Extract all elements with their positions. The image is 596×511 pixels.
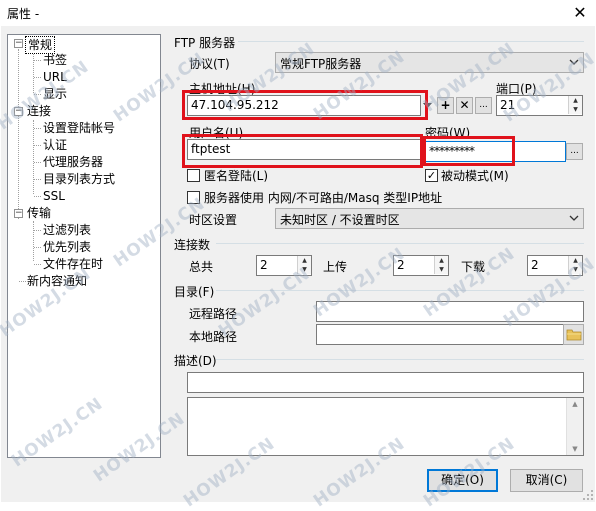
collapse-transfer-icon[interactable]: − bbox=[14, 209, 23, 218]
download-up-icon[interactable]: ▲ bbox=[568, 256, 582, 265]
chevron-down-icon bbox=[569, 59, 579, 65]
upload-up-icon[interactable]: ▲ bbox=[434, 256, 448, 265]
total-label: 总共 bbox=[189, 260, 214, 274]
tree-item-bookmarks[interactable]: 书签 bbox=[41, 52, 69, 68]
total-down-icon[interactable]: ▼ bbox=[297, 265, 311, 274]
username-input[interactable]: ftptest bbox=[187, 139, 421, 160]
group-divider bbox=[238, 41, 584, 42]
download-connections-input[interactable]: 2 ▲ ▼ bbox=[527, 255, 583, 276]
timezone-select[interactable]: 未知时区 / 不设置时区 bbox=[275, 208, 584, 229]
tree-item-filter-list[interactable]: 过滤列表 bbox=[41, 222, 93, 238]
title-bar: 属性 - ✕ bbox=[0, 0, 596, 26]
anonymous-checkbox[interactable] bbox=[187, 169, 200, 182]
window-title: 属性 - bbox=[7, 7, 40, 21]
tree-item-auth[interactable]: 认证 bbox=[41, 137, 69, 153]
tree-item-display[interactable]: 显示 bbox=[41, 86, 69, 102]
tree-item-priority-list[interactable]: 优先列表 bbox=[41, 239, 93, 255]
password-label: 密码(W) bbox=[425, 126, 471, 140]
password-value: ********* bbox=[429, 144, 475, 158]
local-path-label: 本地路径 bbox=[189, 330, 238, 344]
remote-path-input[interactable] bbox=[316, 301, 584, 322]
tree-item-login-account[interactable]: 设置登陆帐号 bbox=[41, 120, 117, 136]
password-input[interactable]: ********* bbox=[425, 141, 566, 162]
host-dropdown-icon[interactable] bbox=[423, 101, 432, 110]
tree-item-url[interactable]: URL bbox=[41, 69, 69, 85]
group-divider bbox=[216, 243, 584, 244]
port-down-icon[interactable]: ▼ bbox=[568, 105, 582, 114]
upload-down-icon[interactable]: ▼ bbox=[434, 265, 448, 274]
upload-connections-input[interactable]: 2 ▲ ▼ bbox=[393, 255, 449, 276]
download-down-icon[interactable]: ▼ bbox=[568, 265, 582, 274]
tree-item-proxy[interactable]: 代理服务器 bbox=[41, 154, 105, 170]
description-scrollbar[interactable]: ▲ ▼ bbox=[566, 398, 583, 455]
host-more-button[interactable]: ... bbox=[475, 97, 492, 114]
folder-icon bbox=[566, 329, 582, 341]
scroll-down-icon[interactable]: ▼ bbox=[567, 443, 583, 455]
tree-item-ssl[interactable]: SSL bbox=[41, 188, 67, 204]
passive-mode-checkbox[interactable]: ✓ bbox=[425, 169, 438, 182]
host-input[interactable]: 47.104.95.212 bbox=[187, 95, 421, 116]
host-value: 47.104.95.212 bbox=[191, 98, 279, 112]
port-value: 21 bbox=[500, 98, 516, 112]
close-button[interactable]: ✕ bbox=[566, 1, 594, 25]
tree-item-dir-listing[interactable]: 目录列表方式 bbox=[41, 171, 117, 187]
browse-folder-button[interactable] bbox=[563, 324, 584, 345]
description-textarea[interactable]: ▲ ▼ bbox=[187, 397, 584, 456]
ok-button[interactable]: 确定(O) bbox=[427, 469, 498, 492]
local-path-input[interactable] bbox=[316, 324, 564, 345]
anonymous-label: 匿名登陆(L) bbox=[204, 169, 269, 183]
scroll-up-icon[interactable]: ▲ bbox=[567, 398, 583, 410]
masq-ip-checkbox[interactable] bbox=[187, 191, 200, 204]
tree-item-transfer[interactable]: 传输 bbox=[25, 205, 53, 221]
group-divider bbox=[216, 359, 584, 360]
protocol-select[interactable]: 常规FTP服务器 bbox=[275, 52, 584, 73]
passive-mode-label: 被动模式(M) bbox=[441, 169, 509, 183]
resize-grip-icon[interactable] bbox=[582, 489, 594, 501]
port-up-icon[interactable]: ▲ bbox=[568, 96, 582, 105]
tree-item-new-content[interactable]: 新内容通知 bbox=[25, 273, 89, 289]
remove-host-button[interactable]: ✕ bbox=[456, 97, 473, 114]
chevron-down-icon bbox=[569, 215, 579, 221]
timezone-label: 时区设置 bbox=[189, 213, 238, 227]
group-divider bbox=[216, 290, 584, 291]
total-connections-value: 2 bbox=[260, 258, 268, 272]
ftp-server-group-label: FTP 服务器 bbox=[174, 36, 236, 50]
description-group-label: 描述(D) bbox=[174, 354, 217, 368]
tree-item-connection[interactable]: 连接 bbox=[25, 103, 53, 119]
tree-item-file-exists[interactable]: 文件存在时 bbox=[41, 256, 105, 272]
protocol-value: 常规FTP服务器 bbox=[280, 57, 362, 71]
remote-path-label: 远程路径 bbox=[189, 307, 238, 321]
total-up-icon[interactable]: ▲ bbox=[297, 256, 311, 265]
timezone-value: 未知时区 / 不设置时区 bbox=[280, 213, 400, 227]
username-value: ftptest bbox=[191, 142, 231, 156]
description-line-input[interactable] bbox=[187, 372, 584, 393]
cancel-button[interactable]: 取消(C) bbox=[510, 469, 583, 492]
settings-tree[interactable]: − 常规 书签 URL 显示 − 连接 设置登陆帐号 认证 代理服务器 目录列表… bbox=[7, 34, 161, 458]
add-host-button[interactable]: + bbox=[437, 97, 454, 114]
download-connections-value: 2 bbox=[531, 258, 539, 272]
masq-ip-label: 服务器使用 内网/不可路由/Masq 类型IP地址 bbox=[204, 191, 443, 205]
collapse-connection-icon[interactable]: − bbox=[14, 107, 23, 116]
connections-group-label: 连接数 bbox=[174, 238, 211, 252]
port-input[interactable]: 21 ▲ ▼ bbox=[496, 95, 583, 116]
directory-group-label: 目录(F) bbox=[174, 285, 215, 299]
protocol-label: 协议(T) bbox=[189, 57, 230, 71]
upload-label: 上传 bbox=[323, 260, 348, 274]
collapse-general-icon[interactable]: − bbox=[14, 39, 23, 48]
upload-connections-value: 2 bbox=[397, 258, 405, 272]
password-more-button[interactable]: ... bbox=[566, 143, 583, 160]
total-connections-input[interactable]: 2 ▲ ▼ bbox=[256, 255, 312, 276]
download-label: 下载 bbox=[461, 260, 486, 274]
